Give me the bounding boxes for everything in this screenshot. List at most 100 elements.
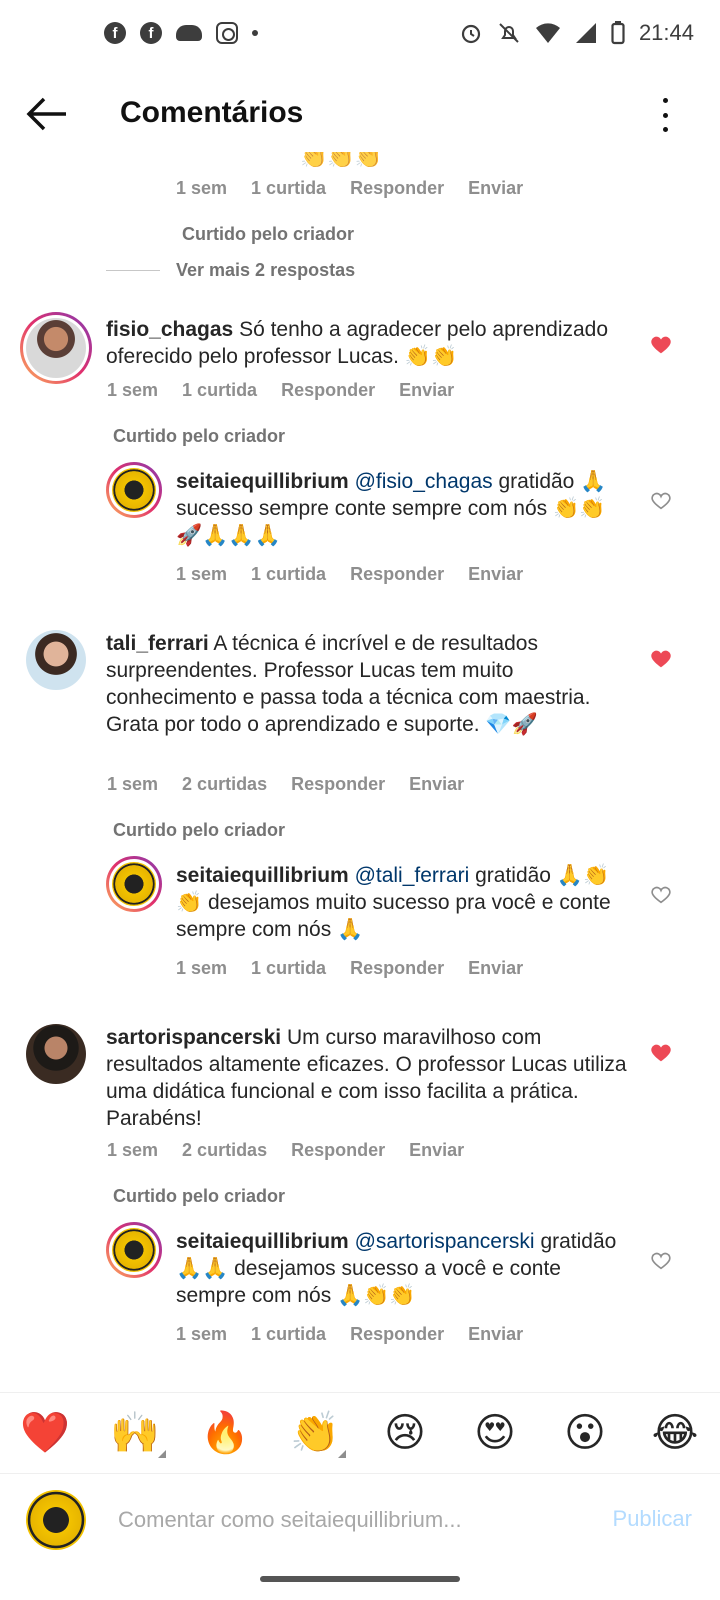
reply-username[interactable]: seitaiequillibrium bbox=[176, 470, 349, 493]
comment-input[interactable] bbox=[118, 1500, 578, 1540]
comment-time: 1 sem bbox=[176, 958, 228, 978]
comment-time: 1 sem bbox=[107, 1140, 159, 1160]
divider bbox=[106, 270, 160, 271]
reply-avatar[interactable] bbox=[106, 856, 162, 912]
more-options-icon[interactable] bbox=[660, 98, 670, 132]
brand-logo bbox=[112, 468, 156, 512]
brand-logo bbox=[112, 862, 156, 906]
comment-likes[interactable]: 1 curtida bbox=[182, 380, 257, 401]
send-button[interactable]: Enviar bbox=[409, 1140, 464, 1161]
reply-button[interactable]: Responder bbox=[291, 774, 385, 795]
reply-button[interactable]: Responder bbox=[281, 380, 375, 401]
facebook-icon: f bbox=[104, 22, 126, 44]
liked-by-creator: Curtido pelo criador bbox=[113, 1186, 286, 1206]
instagram-icon bbox=[216, 22, 238, 44]
comment-likes[interactable]: 1 curtida bbox=[251, 178, 326, 199]
gesture-nav-bar[interactable] bbox=[260, 1576, 460, 1582]
emoji-crying[interactable]: 😢 bbox=[380, 1410, 430, 1456]
emoji-laughing[interactable]: 😂 bbox=[650, 1410, 700, 1456]
comment-username[interactable]: tali_ferrari bbox=[106, 632, 209, 655]
reply-text: seitaiequillibrium @fisio_chagas gratidã… bbox=[176, 468, 631, 549]
status-bar: f f 21:44 bbox=[0, 0, 720, 70]
emoji-raising-hands-glyph: 🙌 bbox=[110, 1411, 160, 1455]
comment-meta: 1 sem 1 curtida Responder Enviar bbox=[107, 380, 478, 401]
heart-filled-icon[interactable] bbox=[650, 1042, 672, 1064]
comment-likes[interactable]: 1 curtida bbox=[251, 958, 326, 979]
comment-meta: 1 sem 2 curtidas Responder Enviar bbox=[107, 1140, 488, 1161]
reply-text: seitaiequillibrium @tali_ferrari gratidã… bbox=[176, 862, 631, 943]
comment-time: 1 sem bbox=[176, 564, 228, 584]
comment-username[interactable]: fisio_chagas bbox=[106, 318, 233, 341]
send-button[interactable]: Enviar bbox=[468, 1324, 523, 1345]
emoji-fire[interactable]: 🔥 bbox=[200, 1409, 250, 1456]
emoji-clap-glyph: 👏 bbox=[290, 1411, 340, 1455]
battery-icon bbox=[611, 21, 625, 45]
emoji-heart[interactable]: ❤️ bbox=[20, 1409, 70, 1456]
comment-list[interactable]: 👏👏👏 1 sem 1 curtida Responder Enviar Cur… bbox=[0, 152, 720, 1392]
heart-outline-icon[interactable] bbox=[650, 490, 672, 512]
view-more-replies[interactable]: Ver mais 2 respostas bbox=[106, 260, 355, 281]
avatar[interactable] bbox=[26, 1024, 86, 1084]
liked-by-creator: Curtido pelo criador bbox=[113, 426, 286, 446]
reply-button[interactable]: Responder bbox=[350, 564, 444, 585]
reply-button[interactable]: Responder bbox=[350, 178, 444, 199]
header: Comentários bbox=[0, 78, 720, 152]
emoji-clap[interactable]: 👏 bbox=[290, 1409, 346, 1458]
reply-avatar[interactable] bbox=[106, 1222, 162, 1278]
alarm-icon bbox=[461, 24, 481, 44]
send-button[interactable]: Enviar bbox=[399, 380, 454, 401]
comment-likes[interactable]: 1 curtida bbox=[251, 564, 326, 585]
heart-outline-icon[interactable] bbox=[650, 884, 672, 906]
send-button[interactable]: Enviar bbox=[468, 564, 523, 585]
reply-avatar[interactable] bbox=[106, 462, 162, 518]
more-notifications-icon bbox=[252, 30, 258, 36]
comment-composer: Publicar bbox=[0, 1473, 720, 1563]
comment-likes[interactable]: 2 curtidas bbox=[182, 774, 267, 795]
comment-time: 1 sem bbox=[107, 774, 159, 794]
send-button[interactable]: Enviar bbox=[468, 958, 523, 979]
comment-username[interactable]: sartorispancerski bbox=[106, 1026, 281, 1049]
reply-text: seitaiequillibrium @sartorispancerski gr… bbox=[176, 1228, 631, 1309]
app-notification-icon bbox=[176, 25, 202, 41]
cropped-emoji: 👏👏👏 bbox=[300, 152, 383, 169]
mention-link[interactable]: @sartorispancerski bbox=[355, 1230, 535, 1253]
comment-time: 1 sem bbox=[107, 380, 159, 400]
reply-meta: 1 sem 1 curtida Responder Enviar bbox=[176, 564, 547, 585]
comment-time: 1 sem bbox=[176, 1324, 228, 1344]
mention-link[interactable]: @fisio_chagas bbox=[355, 470, 493, 493]
heart-outline-icon[interactable] bbox=[650, 1250, 672, 1272]
wifi-icon bbox=[535, 23, 560, 43]
publish-button[interactable]: Publicar bbox=[613, 1506, 692, 1532]
emoji-heart-eyes[interactable]: 😍 bbox=[470, 1410, 520, 1456]
comment-likes[interactable]: 2 curtidas bbox=[182, 1140, 267, 1161]
liked-by-creator: Curtido pelo criador bbox=[113, 820, 286, 840]
back-arrow-icon[interactable] bbox=[24, 94, 68, 134]
mention-link[interactable]: @tali_ferrari bbox=[355, 864, 470, 887]
comment-text: sartorispancerski Um curso maravilhoso c… bbox=[106, 1024, 636, 1132]
heart-filled-icon[interactable] bbox=[650, 334, 672, 356]
reply-button[interactable]: Responder bbox=[350, 1324, 444, 1345]
emoji-raising-hands[interactable]: 🙌 bbox=[110, 1409, 166, 1458]
emoji-surprised[interactable]: 😮 bbox=[560, 1410, 610, 1456]
send-button[interactable]: Enviar bbox=[409, 774, 464, 795]
reply-username[interactable]: seitaiequillibrium bbox=[176, 1230, 349, 1253]
avatar[interactable] bbox=[26, 630, 86, 690]
facebook-icon: f bbox=[140, 22, 162, 44]
composer-avatar bbox=[26, 1490, 86, 1550]
reply-username[interactable]: seitaiequillibrium bbox=[176, 864, 349, 887]
signal-icon bbox=[575, 23, 596, 43]
view-more-replies-label[interactable]: Ver mais 2 respostas bbox=[176, 260, 355, 281]
reply-button[interactable]: Responder bbox=[350, 958, 444, 979]
clock: 21:44 bbox=[638, 20, 694, 45]
comment-text: fisio_chagas Só tenho a agradecer pelo a… bbox=[106, 316, 636, 370]
page-title: Comentários bbox=[120, 96, 304, 129]
send-button[interactable]: Enviar bbox=[468, 178, 523, 199]
comment-likes[interactable]: 1 curtida bbox=[251, 1324, 326, 1345]
mute-icon bbox=[499, 23, 519, 43]
liked-by-creator: Curtido pelo criador bbox=[182, 224, 355, 244]
heart-filled-icon[interactable] bbox=[650, 648, 672, 670]
comment-meta: 1 sem 2 curtidas Responder Enviar bbox=[107, 774, 488, 795]
avatar[interactable] bbox=[20, 312, 92, 384]
reply-button[interactable]: Responder bbox=[291, 1140, 385, 1161]
brand-logo bbox=[112, 1228, 156, 1272]
